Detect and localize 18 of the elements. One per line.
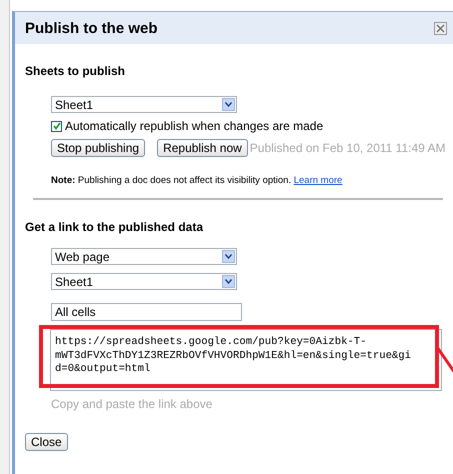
section-heading: Get a link to the published data [25, 220, 204, 234]
dialog-title: Publish to the web [25, 20, 158, 36]
range-field[interactable]: All cells [51, 303, 242, 321]
checkbox[interactable] [51, 120, 62, 132]
dropdown[interactable]: Sheet1 [51, 96, 237, 113]
dropdown[interactable]: Sheet1 [51, 273, 237, 290]
action-button[interactable]: Republish now [157, 139, 248, 157]
published-status: Published on Feb 10, 2011 11:49 AM [250, 141, 446, 155]
close-icon[interactable] [434, 22, 447, 34]
checkbox-label: Automatically republish when changes are made [65, 119, 324, 133]
close-button[interactable]: Close [25, 433, 68, 451]
action-button[interactable]: Stop publishing [51, 139, 146, 157]
section-heading: Sheets to publish [25, 64, 126, 78]
hint-text: Copy and paste the link above [51, 397, 214, 411]
note-text: Note: Publishing a doc does not affect its visibility option. Learn more [51, 175, 344, 186]
dropdown[interactable]: Web page [51, 248, 237, 265]
link-field[interactable]: https://spreadsheets.google.com/pub?key=0Aizbk-T-mWT3dFVXcThDY1Z3REZRbOVfVHVORDhpW1E&hl=en&single=true&gid=0&output=html [50, 329, 442, 391]
learn-more-link[interactable]: Learn more [294, 175, 342, 186]
